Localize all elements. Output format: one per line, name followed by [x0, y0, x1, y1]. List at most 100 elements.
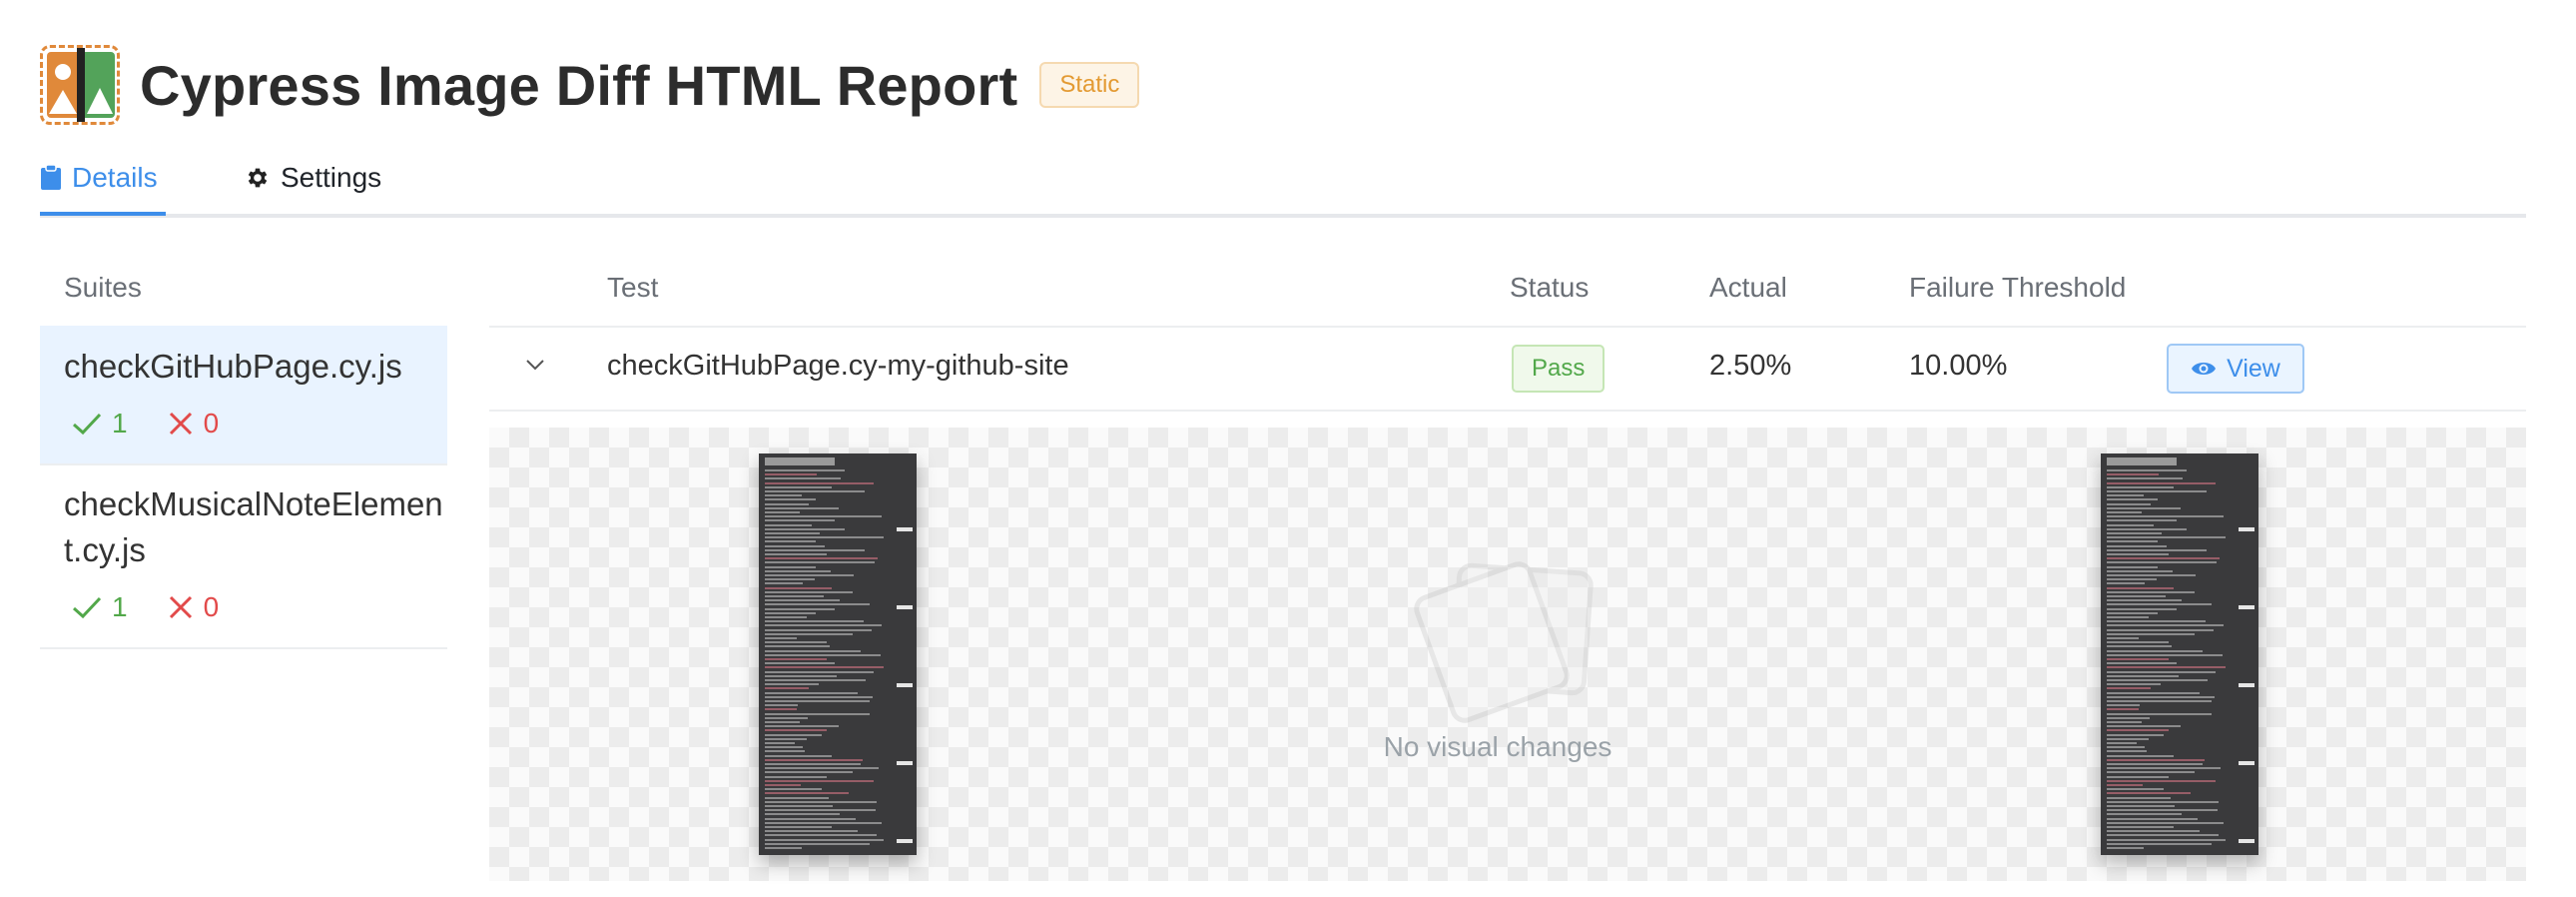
suites-heading: Suites	[64, 272, 142, 303]
screenshot-text-line	[2107, 847, 2144, 849]
screenshot-text-line	[765, 683, 819, 686]
screenshot-text-line	[2107, 838, 2227, 841]
screenshot-text-line	[2107, 809, 2218, 812]
screenshot-text-line	[765, 763, 862, 765]
comparison-screenshot[interactable]	[2101, 453, 2258, 855]
screenshot-text-line	[765, 847, 802, 849]
screenshot-text-line	[765, 477, 841, 480]
screenshot-text-line	[765, 658, 828, 660]
screenshot-text-line	[765, 473, 817, 476]
screenshot-text-line	[2107, 712, 2212, 715]
screenshot-text-line	[765, 645, 831, 648]
screenshot-text-line	[765, 771, 853, 774]
screenshot-text-line	[2107, 687, 2151, 690]
screenshot-text-line	[2107, 805, 2175, 807]
fail-count: 0	[168, 408, 219, 440]
pass-count-value: 1	[112, 591, 128, 622]
screenshot-text-line	[2107, 826, 2175, 828]
screenshot-text-line	[2107, 544, 2167, 547]
screenshot-text-line	[765, 590, 854, 593]
screenshot-text-line	[2107, 469, 2188, 471]
suite-counts: 1 0	[72, 408, 219, 440]
screenshot-text-line	[765, 670, 874, 673]
screenshot-text-line	[2107, 532, 2163, 534]
screenshot-text-line	[2107, 767, 2221, 770]
screenshot-text-line	[765, 708, 797, 711]
screenshot-text-line	[2107, 536, 2226, 539]
screenshot-text-line	[765, 607, 835, 610]
screenshot-text-line	[765, 561, 875, 564]
screenshot-text-line	[765, 758, 864, 761]
screenshot-text-line	[2107, 729, 2169, 732]
static-badge: Static	[1039, 62, 1140, 108]
screenshot-text-line	[2107, 557, 2221, 560]
column-test: Test	[607, 272, 659, 303]
suite-name: checkGitHubPage.cy.js	[64, 348, 402, 385]
gear-icon	[248, 168, 268, 188]
screenshot-text-line	[765, 679, 867, 681]
screenshot-text-line	[765, 595, 825, 597]
screenshot-text-line	[2107, 565, 2159, 568]
fail-count-value: 0	[203, 591, 220, 622]
chevron-down-icon[interactable]	[525, 358, 545, 372]
screenshot-text-line	[765, 821, 883, 824]
screenshot-text-line	[765, 674, 838, 677]
screenshot-text-line	[765, 691, 858, 694]
screenshot-text-line	[2107, 658, 2170, 660]
suite-name: checkMusicalNoteElement.cy.js	[64, 485, 443, 568]
view-button[interactable]: View	[2167, 344, 2304, 394]
screenshot-text-line	[765, 721, 800, 723]
suite-item-checkgithubpage[interactable]: checkGitHubPage.cy.js 1 0	[40, 326, 447, 465]
tab-details[interactable]: Details	[40, 162, 166, 216]
screenshot-text-line	[765, 548, 865, 551]
screenshot-text-line	[2107, 481, 2217, 484]
screenshot-text-line	[765, 469, 846, 471]
screenshot-text-line	[765, 536, 884, 539]
screenshot-text-line	[765, 662, 835, 665]
screenshot-text-line	[765, 666, 885, 669]
screenshot-text-line	[765, 511, 800, 513]
screenshot-text-line	[2107, 700, 2212, 702]
screenshot-text-line	[765, 586, 833, 589]
pass-count: 1	[72, 408, 128, 440]
screenshot-text-line	[2107, 578, 2158, 581]
screenshot-text-line	[2107, 708, 2139, 711]
screenshot-text-line	[765, 649, 862, 652]
cross-icon	[169, 412, 192, 436]
screenshot-text-line	[2107, 553, 2169, 555]
baseline-screenshot[interactable]	[759, 453, 917, 855]
screenshot-button-mark	[897, 683, 913, 687]
tests-table-header: Test Status Actual Failure Threshold	[489, 256, 2526, 328]
screenshot-text-line	[765, 788, 823, 791]
screenshot-text-line	[765, 498, 817, 501]
screenshot-text-line	[2107, 611, 2159, 614]
screenshot-text-line	[765, 632, 853, 635]
tab-settings[interactable]: Settings	[245, 162, 381, 194]
screenshot-text-line	[2107, 616, 2149, 618]
screenshot-text-line	[765, 557, 879, 560]
screenshot-text-line	[765, 700, 870, 702]
screenshot-text-line	[2107, 494, 2144, 497]
screenshot-text-line	[2107, 763, 2204, 765]
screenshot-text-line	[765, 527, 845, 530]
screenshot-text-line	[2107, 750, 2147, 753]
screenshot-text-line	[2107, 813, 2182, 816]
screenshot-text-line	[765, 616, 807, 618]
suite-item-checkmusicalnoteelement[interactable]: checkMusicalNoteElement.cy.js 1 0	[40, 465, 447, 649]
actual-value: 2.50%	[1709, 350, 1792, 382]
screenshot-text-line	[2107, 506, 2181, 509]
check-icon	[73, 596, 102, 619]
screenshot-text-line	[2107, 775, 2170, 778]
screenshot-text-line	[2107, 725, 2181, 728]
screenshot-text-line	[765, 796, 829, 799]
pass-count: 1	[72, 591, 128, 623]
screenshot-text-line	[765, 653, 882, 656]
screenshot-text-line	[765, 746, 803, 749]
screenshot-text-line	[2107, 674, 2180, 677]
screenshot-text-line	[765, 553, 827, 555]
screenshot-text-line	[765, 628, 873, 631]
report-header: Cypress Image Diff HTML Report Static	[40, 44, 1140, 126]
screenshot-text-line	[2107, 582, 2146, 585]
screenshot-text-line	[765, 611, 817, 614]
view-button-label: View	[2227, 354, 2280, 383]
